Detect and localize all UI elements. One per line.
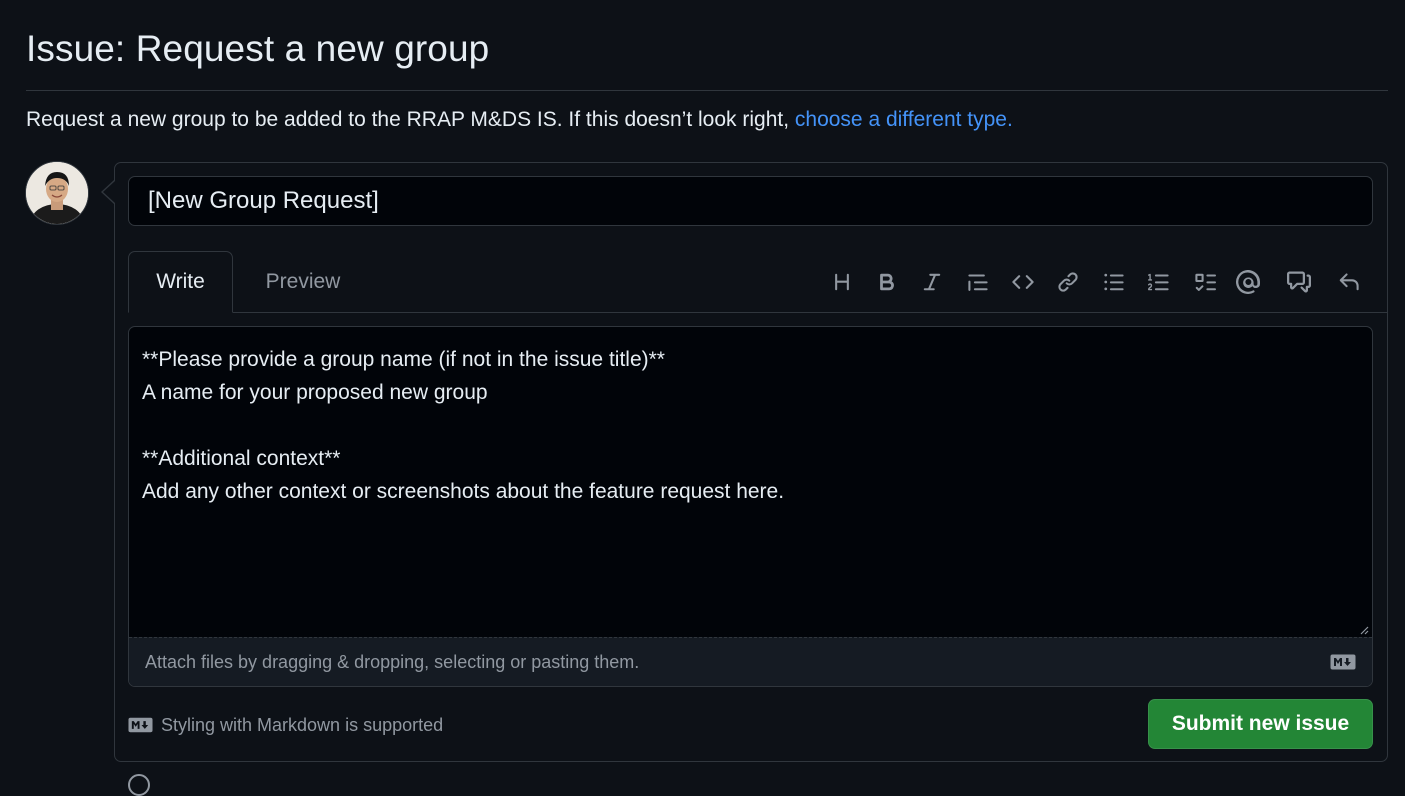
code-icon [1012,275,1034,289]
avatar[interactable] [25,161,89,225]
issue-title-input[interactable] [128,176,1373,226]
reference-button[interactable] [1283,266,1315,298]
markdown-note-text: Styling with Markdown is supported [161,714,444,735]
mention-button[interactable] [1232,266,1264,298]
bold-button[interactable] [871,266,903,298]
heading-icon [835,273,849,291]
resize-handle-icon[interactable] [1360,626,1369,635]
comment-caret-inner [103,181,115,203]
markdown-icon[interactable] [1330,654,1356,670]
link-button[interactable] [1052,266,1084,298]
quote-button[interactable] [962,266,994,298]
ordered-list-button[interactable] [1143,266,1175,298]
info-icon [128,774,150,796]
unordered-list-button[interactable] [1098,266,1130,298]
comment-body-textarea[interactable]: **Please provide a group name (if not in… [129,327,1372,637]
choose-different-type-link[interactable]: choose a different type. [795,108,1013,131]
unordered-list-icon [1104,273,1124,291]
intro-description: Request a new group to be added to the R… [26,108,795,131]
title-divider [26,90,1388,91]
bold-icon [880,273,894,291]
undo-button[interactable] [1333,266,1365,298]
markdown-icon [128,717,153,733]
attach-files-hint: Attach files by dragging & dropping, sel… [145,651,640,672]
avatar-photo [26,162,88,224]
task-list-button[interactable] [1189,266,1221,298]
markdown-supported-note[interactable]: Styling with Markdown is supported [128,713,443,737]
code-button[interactable] [1007,266,1039,298]
page-title: Issue: Request a new group [26,28,490,69]
attach-files-bar[interactable]: Attach files by dragging & dropping, sel… [129,637,1372,686]
tab-write[interactable]: Write [128,251,233,313]
intro-text: Request a new group to be added to the R… [26,108,1013,132]
link-icon [1058,272,1078,292]
italic-button[interactable] [916,266,948,298]
comment-editor: **Please provide a group name (if not in… [128,326,1373,687]
task-list-icon [1195,273,1216,291]
tab-preview[interactable]: Preview [248,251,358,313]
reference-icon [1287,271,1311,293]
mention-icon [1236,270,1260,294]
heading-button[interactable] [826,266,858,298]
ordered-list-icon [1148,273,1169,291]
quote-icon [968,274,988,291]
submit-new-issue-button[interactable]: Submit new issue [1148,699,1373,749]
undo-icon [1339,273,1359,291]
italic-icon [923,273,941,291]
